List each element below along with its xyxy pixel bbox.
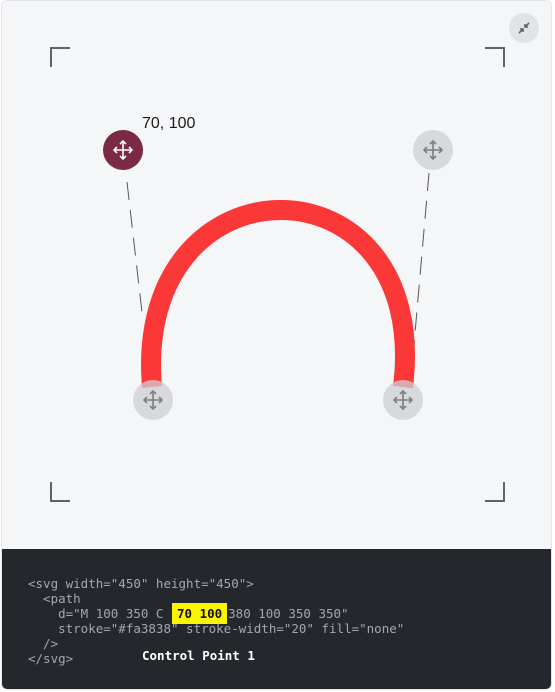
end-point-handle[interactable]	[383, 380, 423, 420]
control-line-1	[126, 181, 144, 322]
move-arrows-icon	[393, 390, 413, 410]
code-line: <svg width="450" height="450">	[28, 576, 254, 591]
code-line: 380 100 350 350"	[228, 606, 349, 621]
code-line: <path	[28, 591, 81, 606]
bezier-curve	[141, 200, 415, 389]
code-line: />	[28, 636, 59, 651]
control-point-1-handle[interactable]	[103, 130, 143, 170]
code-panel: <svg width="450" height="450"> <path d="…	[2, 549, 551, 689]
control-point-2-handle[interactable]	[413, 130, 453, 170]
control-line-2	[412, 172, 430, 357]
code-line: </svg>	[28, 651, 74, 666]
svg-canvas: 70, 100	[2, 1, 551, 549]
code-line: d="M 100 350 C	[28, 606, 164, 621]
bezier-demo-frame: 70, 100 <svg width="450" height="450"> <…	[1, 0, 552, 690]
move-arrows-icon	[143, 390, 163, 410]
curve-stage	[126, 172, 430, 389]
start-point-handle[interactable]	[133, 380, 173, 420]
highlight-caption: Control Point 1	[142, 648, 255, 663]
code-line: stroke="#fa3838" stroke-width="20" fill=…	[28, 621, 405, 636]
control-point-coordinates: 70, 100	[142, 115, 196, 132]
move-arrows-icon	[113, 140, 133, 160]
move-arrows-icon	[423, 140, 443, 160]
